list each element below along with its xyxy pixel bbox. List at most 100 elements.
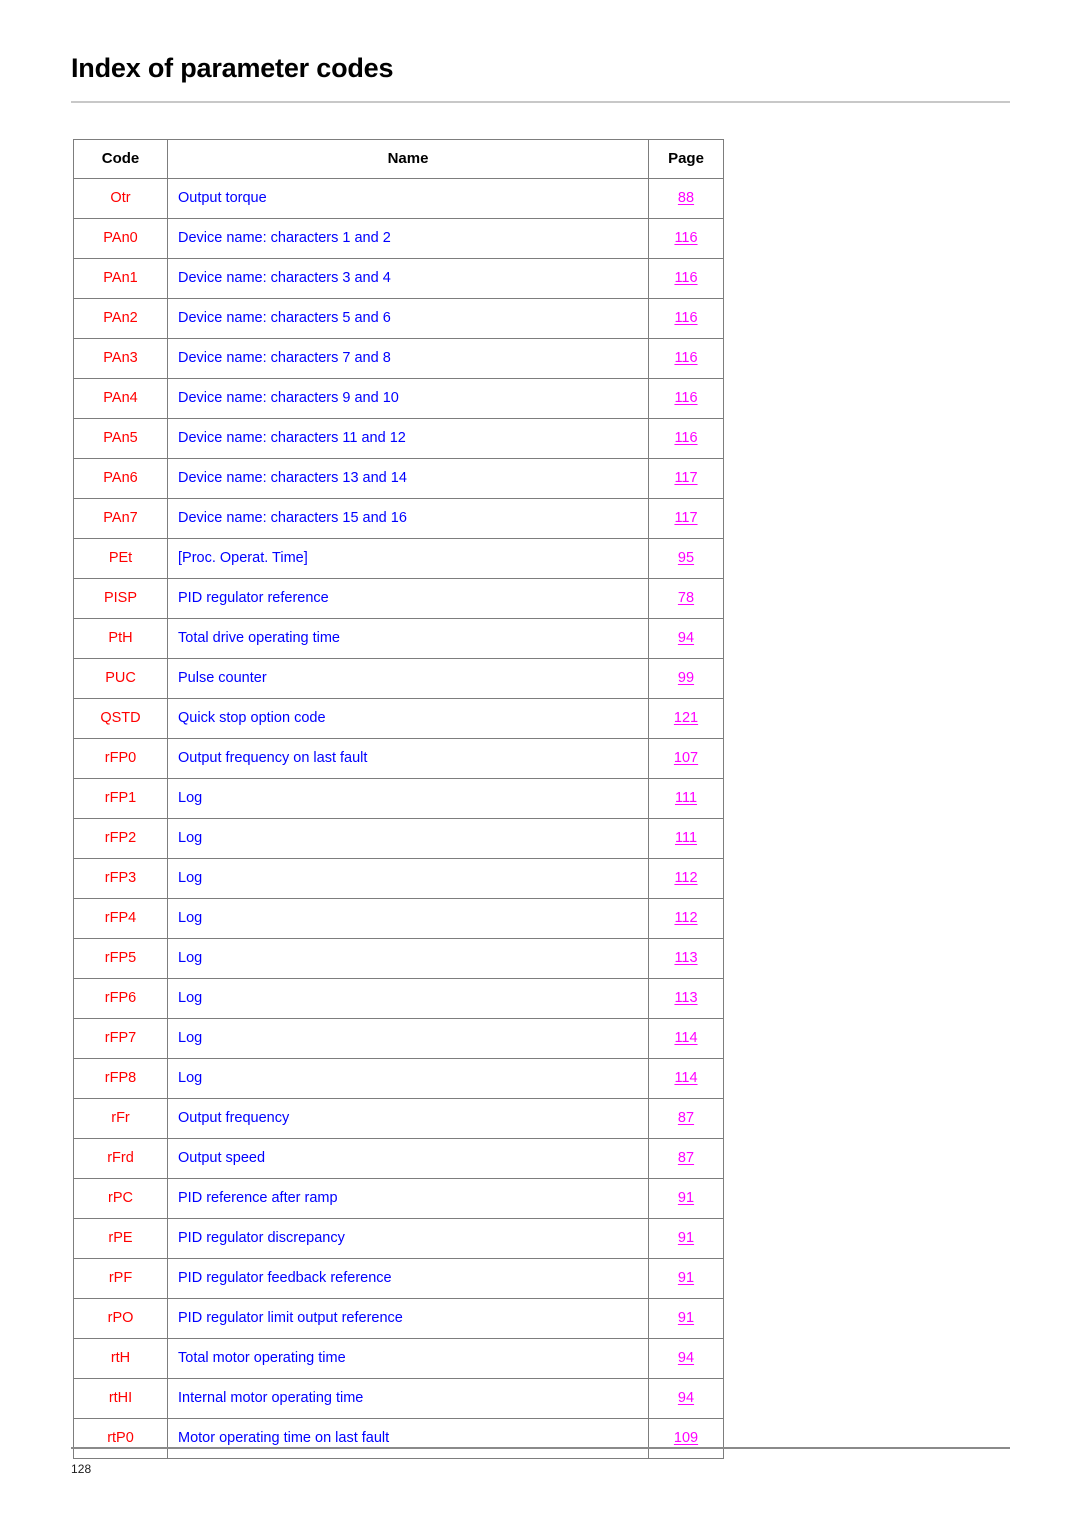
table-row: PAn4 Device name: characters 9 and 10 116 (73, 378, 724, 419)
page-number-link[interactable]: 116 (674, 230, 697, 246)
table-row: PEt [Proc. Operat. Time] 95 (73, 538, 724, 579)
table-row: rPE PID regulator discrepancy 91 (73, 1218, 724, 1259)
parameter-page-cell: 91 (648, 1258, 724, 1299)
parameter-name-cell: Log (167, 1018, 649, 1059)
parameter-name-cell: PID reference after ramp (167, 1178, 649, 1219)
parameter-name-cell: PID regulator discrepancy (167, 1218, 649, 1259)
parameter-name-cell: Output torque (167, 178, 649, 219)
page-number-link[interactable]: 112 (674, 910, 697, 926)
parameter-name-cell: Log (167, 858, 649, 899)
table-row: PAn1 Device name: characters 3 and 4 116 (73, 258, 724, 299)
parameter-code-cell: QSTD (73, 698, 168, 739)
parameter-page-cell: 116 (648, 418, 724, 459)
parameter-page-cell: 94 (648, 1378, 724, 1419)
parameter-name-cell: Log (167, 818, 649, 859)
page-number-link[interactable]: 117 (674, 510, 697, 526)
page-number-link[interactable]: 107 (674, 750, 698, 766)
table-header-row: Code Name Page (73, 139, 724, 179)
parameter-name-cell: Total motor operating time (167, 1338, 649, 1379)
page-number-link[interactable]: 95 (678, 550, 694, 566)
page-number-link[interactable]: 91 (678, 1230, 694, 1246)
page-number-link[interactable]: 117 (674, 470, 697, 486)
parameter-name-cell: Device name: characters 1 and 2 (167, 218, 649, 259)
page-number-link[interactable]: 78 (678, 590, 694, 606)
page-number-link[interactable]: 111 (675, 790, 697, 806)
page-number-link[interactable]: 116 (674, 310, 697, 326)
parameter-name-cell: Log (167, 778, 649, 819)
parameter-name-cell: Output frequency on last fault (167, 738, 649, 779)
parameter-page-cell: 116 (648, 298, 724, 339)
column-header-name: Name (167, 139, 649, 179)
page-number-link[interactable]: 91 (678, 1270, 694, 1286)
page-number-link[interactable]: 116 (674, 270, 697, 286)
table-row: rtP0 Motor operating time on last fault 10… (73, 1418, 724, 1459)
page-number-link[interactable]: 109 (674, 1430, 698, 1446)
parameter-index-table: Code Name Page Otr Output torque 88 PAn0 Dev… (73, 139, 724, 1459)
page-number-link[interactable]: 91 (678, 1310, 694, 1326)
parameter-page-cell: 78 (648, 578, 724, 619)
table-row: rFP4 Log 112 (73, 898, 724, 939)
page-number-link[interactable]: 116 (674, 430, 697, 446)
document-page: Index of parameter codes Code Name Page … (0, 0, 1080, 1527)
parameter-page-cell: 117 (648, 458, 724, 499)
parameter-page-cell: 116 (648, 378, 724, 419)
table-row: Otr Output torque 88 (73, 178, 724, 219)
parameter-page-cell: 99 (648, 658, 724, 699)
parameter-code-cell: PtH (73, 618, 168, 659)
parameter-code-cell: rFrd (73, 1138, 168, 1179)
page-number-link[interactable]: 94 (678, 630, 694, 646)
parameter-code-cell: rFP6 (73, 978, 168, 1019)
page-number-link[interactable]: 113 (674, 990, 697, 1006)
parameter-code-cell: rFP5 (73, 938, 168, 979)
page-number-link[interactable]: 114 (674, 1030, 697, 1046)
parameter-code-cell: PAn0 (73, 218, 168, 259)
parameter-name-cell: Device name: characters 15 and 16 (167, 498, 649, 539)
parameter-page-cell: 121 (648, 698, 724, 739)
parameter-code-cell: Otr (73, 178, 168, 219)
parameter-name-cell: Device name: characters 5 and 6 (167, 298, 649, 339)
parameter-code-cell: rPE (73, 1218, 168, 1259)
parameter-name-cell: [Proc. Operat. Time] (167, 538, 649, 579)
page-number-link[interactable]: 88 (678, 190, 694, 206)
table-row: rFP1 Log 111 (73, 778, 724, 819)
parameter-page-cell: 113 (648, 938, 724, 979)
page-number-link[interactable]: 87 (678, 1110, 694, 1126)
page-number-link[interactable]: 114 (674, 1070, 697, 1086)
parameter-name-cell: Log (167, 938, 649, 979)
table-row: rtH Total motor operating time 94 (73, 1338, 724, 1379)
page-number-link[interactable]: 121 (674, 710, 698, 726)
page-number-link[interactable]: 116 (674, 350, 697, 366)
table-row: rFP6 Log 113 (73, 978, 724, 1019)
page-number-link[interactable]: 113 (674, 950, 697, 966)
table-row: rFP5 Log 113 (73, 938, 724, 979)
page-number-link[interactable]: 111 (675, 830, 697, 846)
column-header-code: Code (73, 139, 168, 179)
parameter-page-cell: 114 (648, 1058, 724, 1099)
page-number-link[interactable]: 94 (678, 1350, 694, 1366)
parameter-name-cell: Output speed (167, 1138, 649, 1179)
parameter-code-cell: PEt (73, 538, 168, 579)
parameter-page-cell: 88 (648, 178, 724, 219)
page-number-link[interactable]: 116 (674, 390, 697, 406)
parameter-name-cell: Log (167, 898, 649, 939)
page-number-link[interactable]: 91 (678, 1190, 694, 1206)
parameter-page-cell: 116 (648, 338, 724, 379)
parameter-page-cell: 87 (648, 1138, 724, 1179)
parameter-page-cell: 107 (648, 738, 724, 779)
parameter-code-cell: rFP0 (73, 738, 168, 779)
table-row: rPC PID reference after ramp 91 (73, 1178, 724, 1219)
footer-divider (71, 1447, 1010, 1449)
table-row: PAn7 Device name: characters 15 and 16 117 (73, 498, 724, 539)
table-row: PAn0 Device name: characters 1 and 2 116 (73, 218, 724, 259)
page-number-link[interactable]: 112 (674, 870, 697, 886)
parameter-code-cell: rtH (73, 1338, 168, 1379)
page-number-link[interactable]: 94 (678, 1390, 694, 1406)
parameter-name-cell: Device name: characters 9 and 10 (167, 378, 649, 419)
page-title: Index of parameter codes (71, 53, 394, 84)
table-row: PUC Pulse counter 99 (73, 658, 724, 699)
page-number-link[interactable]: 87 (678, 1150, 694, 1166)
parameter-code-cell: rtP0 (73, 1418, 168, 1459)
parameter-name-cell: Log (167, 1058, 649, 1099)
page-number-link[interactable]: 99 (678, 670, 694, 686)
parameter-code-cell: PAn6 (73, 458, 168, 499)
